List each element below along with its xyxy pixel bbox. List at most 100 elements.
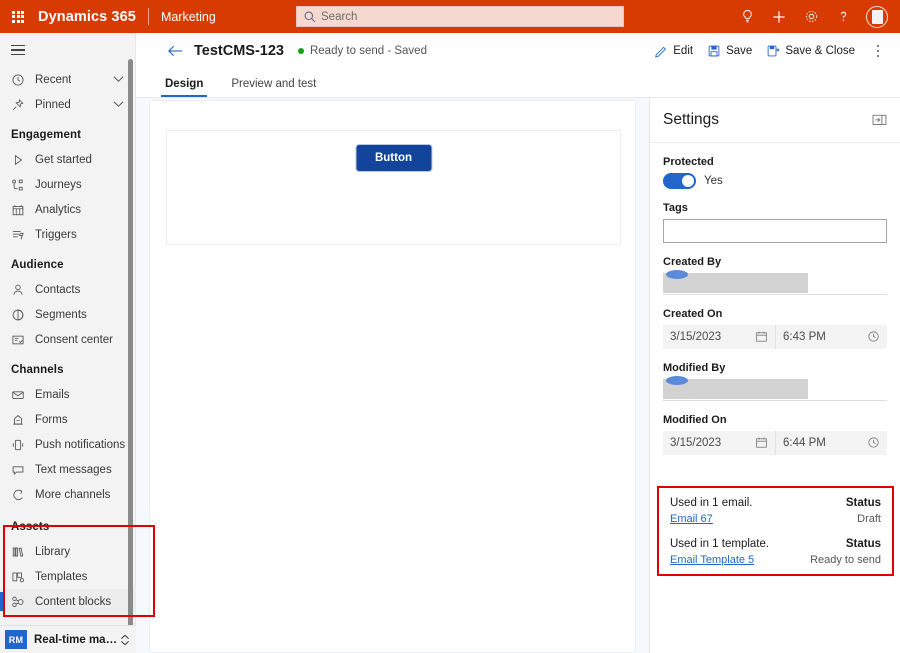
- status-indicator-dot: [298, 48, 304, 54]
- modified-on-date-value: 3/15/2023: [663, 437, 721, 449]
- sidebar-group-audience: Audience: [0, 247, 136, 277]
- save-close-icon: [766, 44, 780, 58]
- pencil-icon: [654, 44, 668, 58]
- sidebar-item-label: Text messages: [35, 464, 112, 476]
- usage-template-title: Used in 1 template.: [670, 538, 769, 550]
- work-area: Button Settings Protected: [136, 98, 900, 653]
- modified-on-time-input[interactable]: 6:44 PM: [776, 431, 887, 455]
- usage-template-status-header: Status: [846, 538, 881, 550]
- save-and-close-button[interactable]: Save & Close: [759, 38, 862, 64]
- sidebar-scrollbar[interactable]: [128, 59, 133, 639]
- command-bar-actions: Edit Save Save & Close: [647, 33, 890, 69]
- sidebar-item-templates[interactable]: Templates: [0, 564, 136, 589]
- design-canvas[interactable]: Button: [149, 100, 636, 653]
- chevron-down-icon[interactable]: [113, 100, 124, 108]
- more-channels-icon: [11, 488, 28, 502]
- form-icon: [11, 413, 28, 427]
- avatar-image: [872, 10, 883, 24]
- sidebar-item-analytics[interactable]: Analytics: [0, 197, 136, 222]
- sidebar-item-push-notifications[interactable]: Push notifications: [0, 432, 136, 457]
- settings-title: Settings: [663, 111, 868, 129]
- sidebar-item-segments[interactable]: Segments: [0, 302, 136, 327]
- sidebar-item-label: Get started: [35, 154, 92, 166]
- more-commands-button[interactable]: [866, 38, 890, 64]
- modified-on-time-value: 6:44 PM: [776, 437, 826, 449]
- sidebar-item-label: More channels: [35, 489, 110, 501]
- sidebar-item-pinned[interactable]: Pinned: [0, 92, 136, 117]
- sidebar-item-forms[interactable]: Forms: [0, 407, 136, 432]
- save-button[interactable]: Save: [700, 38, 759, 64]
- consent-icon: [11, 333, 28, 347]
- chevron-updown-icon[interactable]: [120, 634, 130, 646]
- tab-preview-and-test[interactable]: Preview and test: [227, 78, 320, 97]
- edit-button[interactable]: Edit: [647, 38, 700, 64]
- usage-spacer: [670, 525, 881, 538]
- modified-by-field: Modified By: [650, 362, 900, 401]
- segments-icon: [11, 308, 28, 322]
- modified-on-date-input[interactable]: 3/15/2023: [663, 431, 776, 455]
- page-title: TestCMS-123: [194, 43, 284, 59]
- sidebar-item-text-messages[interactable]: Text messages: [0, 457, 136, 482]
- sidebar-item-label: Emails: [35, 389, 70, 401]
- sidebar-item-get-started[interactable]: Get started: [0, 147, 136, 172]
- clock-icon[interactable]: [867, 436, 880, 449]
- settings-header: Settings: [650, 98, 900, 143]
- sidebar-item-content-blocks[interactable]: Content blocks: [0, 589, 136, 614]
- sidebar-item-label: Templates: [35, 571, 87, 583]
- sidebar-item-journeys[interactable]: Journeys: [0, 172, 136, 197]
- sidebar-item-recent[interactable]: Recent: [0, 67, 136, 92]
- modified-on-field: Modified On 3/15/2023 6:44 PM: [650, 414, 900, 455]
- clock-icon[interactable]: [867, 330, 880, 343]
- usage-email-title: Used in 1 email.: [670, 497, 752, 509]
- sitemap-toggle-icon[interactable]: [0, 33, 136, 67]
- created-on-time-input[interactable]: 6:43 PM: [776, 325, 887, 349]
- collapse-panel-icon[interactable]: [868, 109, 890, 131]
- lightbulb-icon[interactable]: [732, 0, 762, 33]
- sidebar-item-label: Segments: [35, 309, 87, 321]
- analytics-icon: [11, 203, 28, 217]
- created-by-value: [663, 273, 887, 295]
- calendar-icon[interactable]: [755, 330, 768, 343]
- sidebar-item-triggers[interactable]: Triggers: [0, 222, 136, 247]
- sidebar-item-more-channels[interactable]: More channels: [0, 482, 136, 507]
- sidebar-item-label: Contacts: [35, 284, 80, 296]
- gear-icon[interactable]: [796, 0, 826, 33]
- sidebar-item-label: Analytics: [35, 204, 81, 216]
- created-on-date-input[interactable]: 3/15/2023: [663, 325, 776, 349]
- sidebar-item-library[interactable]: Library: [0, 539, 136, 564]
- tags-label: Tags: [663, 202, 887, 214]
- protected-field: Protected Yes: [650, 156, 900, 189]
- chevron-down-icon[interactable]: [113, 75, 124, 83]
- sidebar-item-contacts[interactable]: Contacts: [0, 277, 136, 302]
- usage-template-status: Ready to send: [810, 554, 881, 566]
- tab-list: Design Preview and test: [136, 69, 900, 98]
- sidebar-item-consent-center[interactable]: Consent center: [0, 327, 136, 352]
- usage-email-status-header: Status: [846, 497, 881, 509]
- tags-input[interactable]: [663, 219, 887, 243]
- tab-design[interactable]: Design: [161, 78, 207, 97]
- app-launcher-icon[interactable]: [0, 0, 36, 33]
- sidebar-item-label: Pinned: [35, 99, 71, 111]
- app-switcher[interactable]: RM Real-time marketi...: [0, 625, 136, 653]
- calendar-icon[interactable]: [755, 436, 768, 449]
- save-button-label: Save: [726, 45, 752, 57]
- search-input[interactable]: [321, 11, 591, 23]
- sidebar-group-assets: Assets: [0, 507, 136, 539]
- brand-label: Dynamics 365: [36, 9, 136, 25]
- plus-icon[interactable]: [764, 0, 794, 33]
- app-name-label: Marketing: [161, 10, 216, 24]
- question-icon[interactable]: [828, 0, 858, 33]
- usage-template-link[interactable]: Email Template 5: [670, 554, 754, 566]
- created-by-field: Created By: [650, 256, 900, 295]
- email-content-region[interactable]: Button: [166, 130, 621, 245]
- sidebar-item-emails[interactable]: Emails: [0, 382, 136, 407]
- global-search[interactable]: [296, 6, 624, 27]
- clock-icon: [11, 73, 28, 87]
- back-button[interactable]: [160, 36, 190, 66]
- user-avatar[interactable]: [860, 0, 894, 33]
- sidebar: Recent Pinned Engagement: [0, 33, 136, 653]
- protected-toggle[interactable]: [663, 173, 696, 189]
- usage-email-link[interactable]: Email 67: [670, 513, 713, 525]
- redacted-avatar: [666, 376, 688, 385]
- email-button-element[interactable]: Button: [356, 145, 431, 171]
